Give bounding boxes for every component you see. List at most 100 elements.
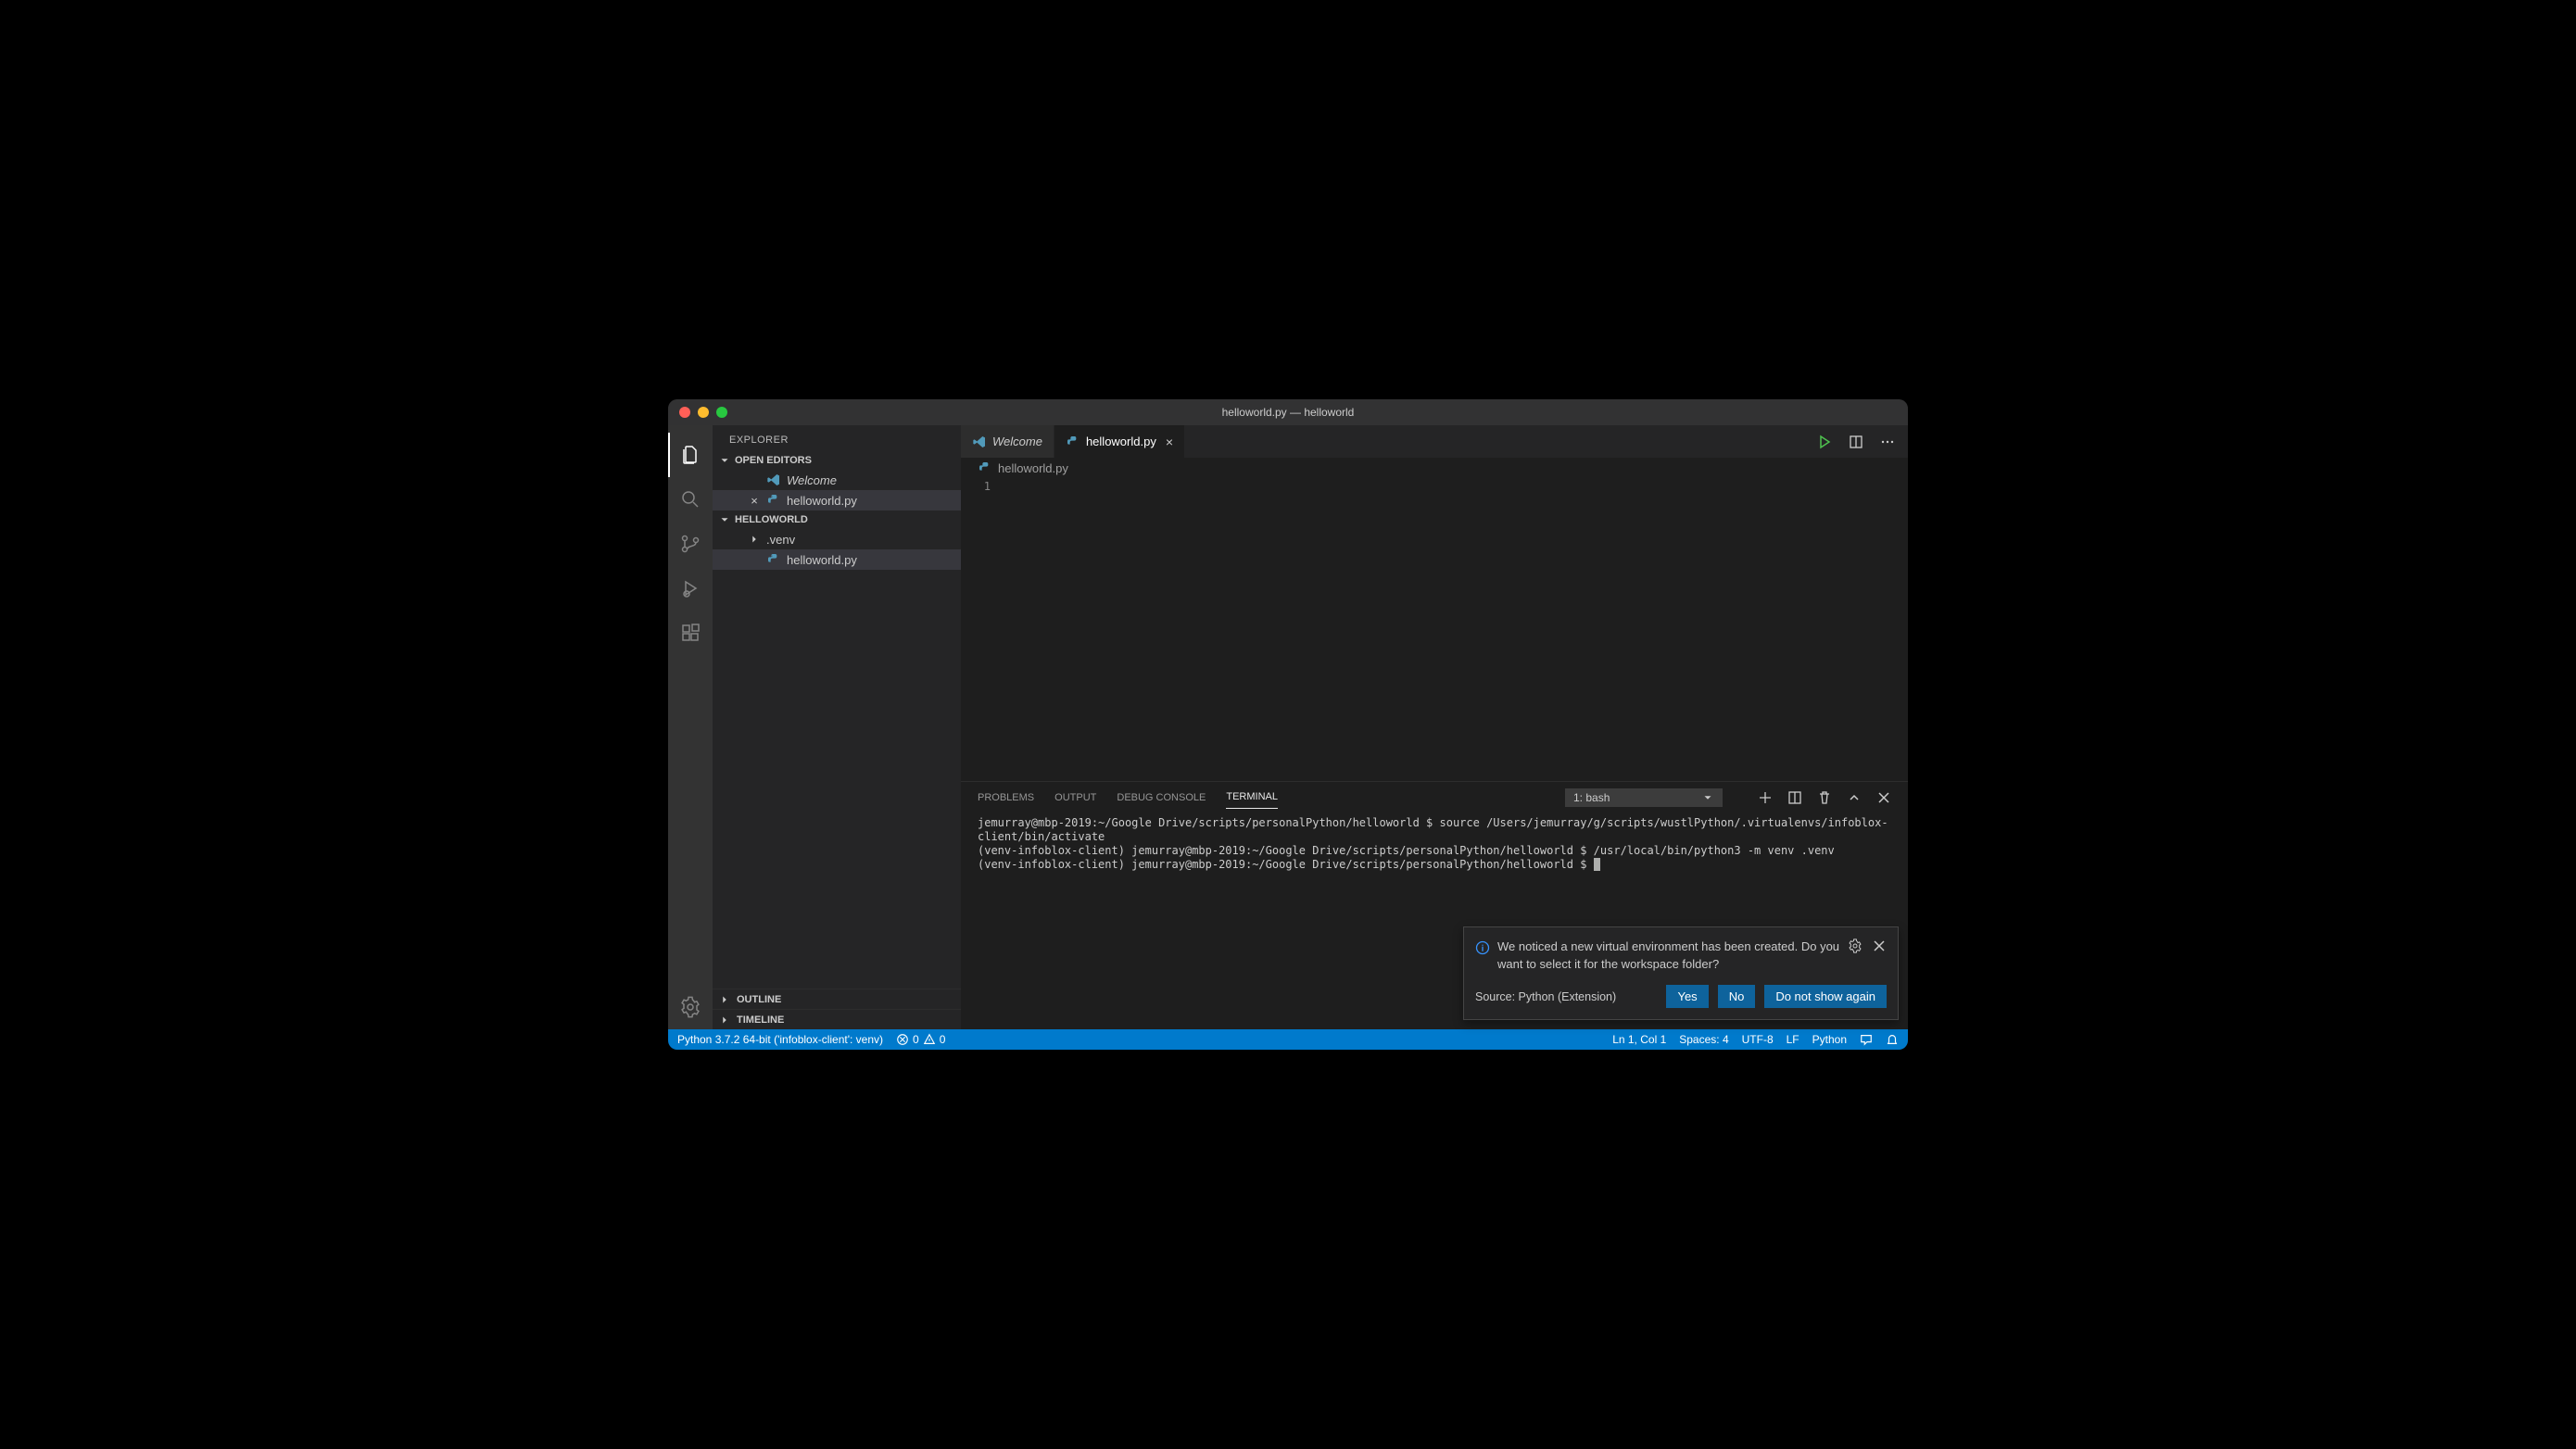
- window-maximize-button[interactable]: [716, 407, 727, 418]
- open-editor-label: Welcome: [787, 473, 837, 487]
- outline-label: OUTLINE: [737, 994, 781, 1005]
- explorer-sidebar: EXPLORER OPEN EDITORS Welcome × hello: [713, 425, 961, 1029]
- folder-name: .venv: [766, 533, 795, 547]
- notification-settings-button[interactable]: [1848, 939, 1863, 953]
- notification-yes-button[interactable]: Yes: [1666, 985, 1708, 1008]
- terminal-select-label: 1: bash: [1573, 791, 1610, 804]
- terminal-selector[interactable]: 1: bash: [1565, 788, 1723, 807]
- activity-run-debug[interactable]: [668, 566, 713, 611]
- line-number: 1: [961, 478, 991, 495]
- search-icon: [679, 488, 701, 510]
- split-icon: [1849, 435, 1863, 449]
- split-editor-button[interactable]: [1849, 435, 1863, 449]
- panel-tab-problems[interactable]: PROBLEMS: [978, 787, 1034, 809]
- traffic-lights: [668, 407, 727, 418]
- warning-icon: [923, 1033, 936, 1046]
- files-icon: [679, 444, 701, 466]
- python-icon: [766, 552, 781, 567]
- terminal-line: jemurray@mbp-2019:~/Google Drive/scripts…: [978, 816, 1888, 843]
- file-name: helloworld.py: [787, 553, 857, 567]
- tab-welcome[interactable]: Welcome: [961, 425, 1054, 458]
- breadcrumb[interactable]: helloworld.py: [961, 458, 1908, 478]
- more-actions-button[interactable]: [1880, 435, 1895, 449]
- activity-source-control[interactable]: [668, 522, 713, 566]
- status-eol[interactable]: LF: [1787, 1033, 1799, 1046]
- chevron-right-icon: [718, 1014, 731, 1027]
- status-problems[interactable]: 0 0: [896, 1033, 945, 1046]
- close-tab-button[interactable]: ×: [1166, 435, 1173, 449]
- activity-extensions[interactable]: [668, 611, 713, 655]
- text-editor[interactable]: 1: [961, 478, 1908, 781]
- status-cursor-position[interactable]: Ln 1, Col 1: [1612, 1033, 1666, 1046]
- ellipsis-icon: [1880, 435, 1895, 449]
- notification-source: Source: Python (Extension): [1475, 990, 1657, 1003]
- chevron-down-icon: [718, 454, 731, 467]
- open-editors-header[interactable]: OPEN EDITORS: [713, 451, 961, 470]
- timeline-header[interactable]: TIMELINE: [713, 1009, 961, 1029]
- close-editor-button[interactable]: ×: [748, 494, 761, 508]
- python-icon: [978, 460, 992, 475]
- status-notifications[interactable]: [1886, 1033, 1899, 1046]
- minimap[interactable]: [1895, 478, 1908, 781]
- chevron-down-icon: [1701, 791, 1714, 804]
- tab-label: helloworld.py: [1086, 435, 1156, 448]
- activity-bar: [668, 425, 713, 1029]
- terminal-line: (venv-infoblox-client) jemurray@mbp-2019…: [978, 844, 1835, 857]
- panel-tab-debug-console[interactable]: DEBUG CONSOLE: [1117, 787, 1206, 809]
- new-terminal-button[interactable]: [1758, 790, 1773, 805]
- run-button[interactable]: [1817, 435, 1832, 449]
- status-bar: Python 3.7.2 64-bit ('infoblox-client': …: [668, 1029, 1908, 1050]
- tab-helloworld[interactable]: helloworld.py ×: [1054, 425, 1185, 458]
- kill-terminal-button[interactable]: [1817, 790, 1832, 805]
- activity-explorer[interactable]: [668, 433, 713, 477]
- window-minimize-button[interactable]: [698, 407, 709, 418]
- breadcrumb-file: helloworld.py: [998, 461, 1068, 475]
- gear-icon: [1848, 939, 1863, 953]
- gear-icon: [679, 996, 701, 1018]
- close-icon: [1872, 939, 1887, 953]
- file-tree-folder-venv[interactable]: .venv: [713, 529, 961, 549]
- bottom-panel: PROBLEMS OUTPUT DEBUG CONSOLE TERMINAL 1…: [961, 781, 1908, 1029]
- status-feedback[interactable]: [1860, 1033, 1873, 1046]
- activity-search[interactable]: [668, 477, 713, 522]
- vscode-icon: [766, 472, 781, 487]
- panel-tab-output[interactable]: OUTPUT: [1054, 787, 1096, 809]
- trash-icon: [1817, 790, 1832, 805]
- chevron-down-icon: [718, 513, 731, 526]
- notification-no-button[interactable]: No: [1718, 985, 1756, 1008]
- titlebar[interactable]: helloworld.py — helloworld: [668, 399, 1908, 425]
- notification-dont-show-button[interactable]: Do not show again: [1764, 985, 1887, 1008]
- maximize-panel-button[interactable]: [1847, 790, 1862, 805]
- close-icon: [1876, 790, 1891, 805]
- error-icon: [896, 1033, 909, 1046]
- workspace-header[interactable]: HELLOWORLD: [713, 510, 961, 529]
- status-python-interpreter[interactable]: Python 3.7.2 64-bit ('infoblox-client': …: [677, 1033, 883, 1046]
- chevron-right-icon: [718, 993, 731, 1006]
- vscode-icon: [972, 435, 987, 449]
- window-close-button[interactable]: [679, 407, 690, 418]
- panel-tab-terminal[interactable]: TERMINAL: [1226, 786, 1278, 809]
- status-language-mode[interactable]: Python: [1812, 1033, 1847, 1046]
- close-panel-button[interactable]: [1876, 790, 1891, 805]
- outline-header[interactable]: OUTLINE: [713, 989, 961, 1009]
- file-tree-file-helloworld[interactable]: helloworld.py: [713, 549, 961, 570]
- panel-tabs: PROBLEMS OUTPUT DEBUG CONSOLE TERMINAL 1…: [961, 782, 1908, 813]
- play-icon: [1817, 435, 1832, 449]
- notification-close-button[interactable]: [1872, 939, 1887, 953]
- terminal-line: (venv-infoblox-client) jemurray@mbp-2019…: [978, 858, 1594, 871]
- feedback-icon: [1860, 1033, 1873, 1046]
- error-count: 0: [913, 1033, 919, 1046]
- status-encoding[interactable]: UTF-8: [1742, 1033, 1774, 1046]
- open-editor-welcome[interactable]: Welcome: [713, 470, 961, 490]
- play-bug-icon: [679, 577, 701, 599]
- sidebar-title: EXPLORER: [713, 425, 961, 451]
- terminal-cursor: [1594, 858, 1600, 871]
- info-icon: [1475, 940, 1490, 974]
- workspace-label: HELLOWORLD: [735, 514, 808, 525]
- editor-content[interactable]: [1007, 478, 1895, 781]
- editor-gutter: 1: [961, 478, 1007, 781]
- split-terminal-button[interactable]: [1787, 790, 1802, 805]
- activity-settings[interactable]: [668, 985, 713, 1029]
- status-indentation[interactable]: Spaces: 4: [1679, 1033, 1728, 1046]
- open-editor-helloworld[interactable]: × helloworld.py: [713, 490, 961, 510]
